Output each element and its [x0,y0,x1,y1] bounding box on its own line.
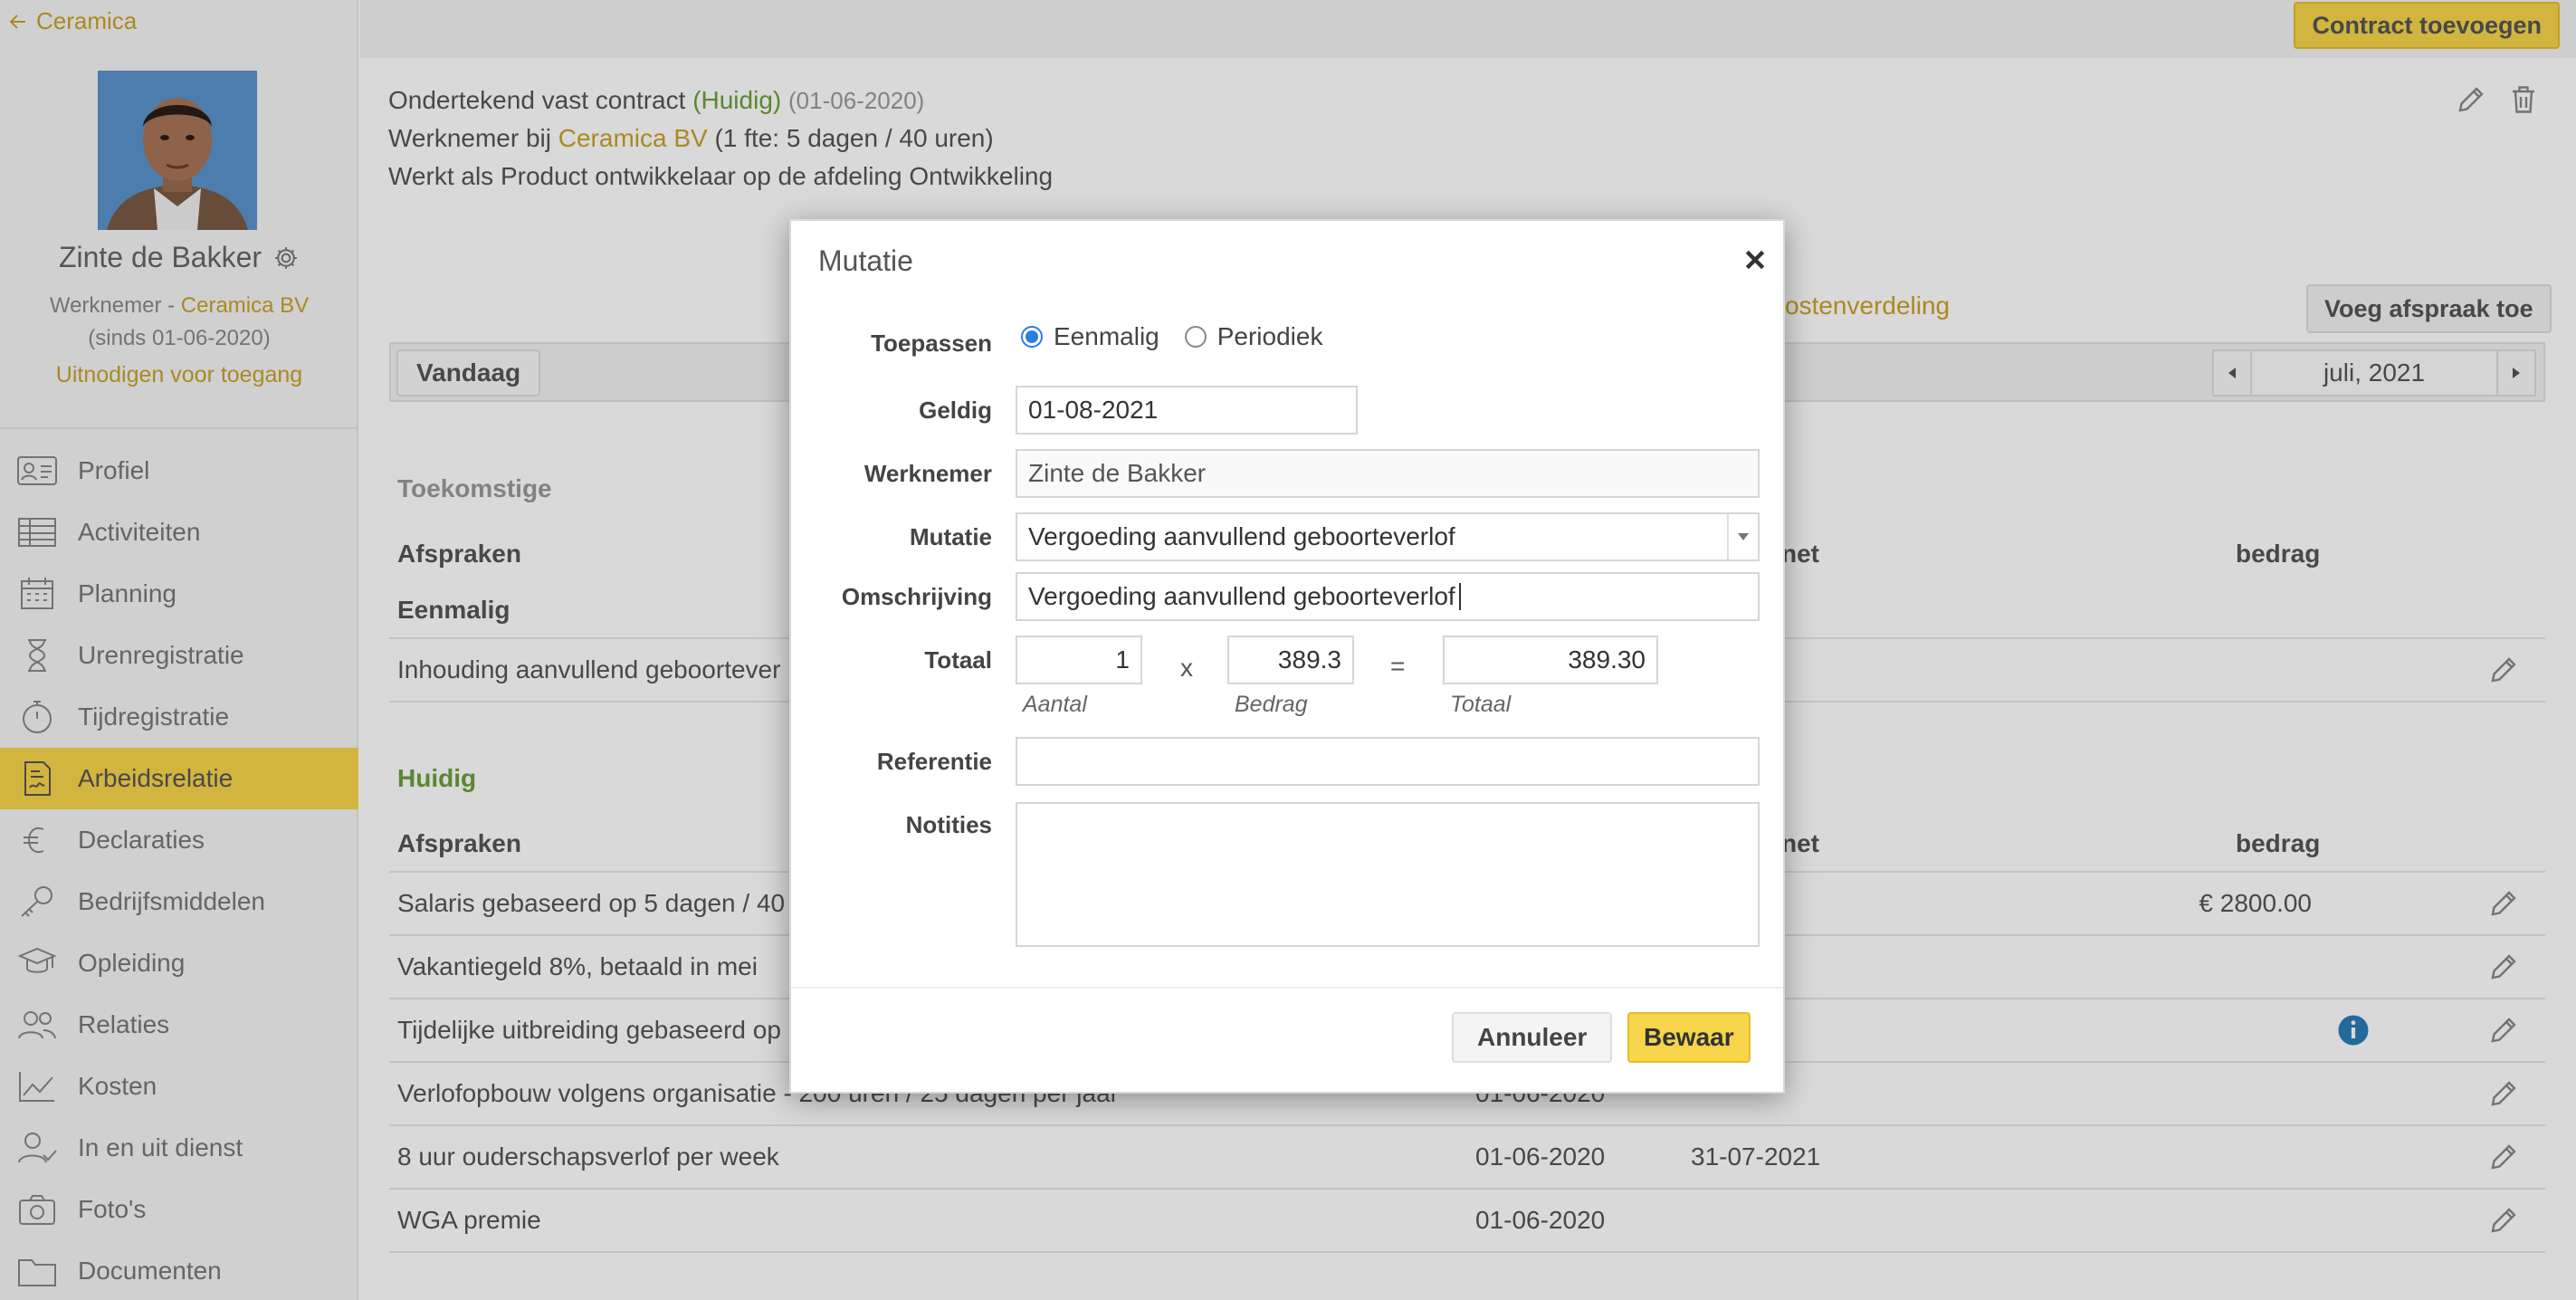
radio-eenmalig[interactable] [1021,326,1043,348]
reference-label: Referentie [876,748,992,775]
quantity-field[interactable]: 1 [1016,636,1142,684]
total-label: Totaal [924,646,992,674]
employee-field[interactable]: Zinte de Bakker [1016,449,1760,498]
text-cursor [1458,583,1461,610]
description-field[interactable]: Vergoeding aanvullend geboorteverlof [1016,572,1760,621]
save-button[interactable]: Bewaar [1627,1012,1751,1063]
cancel-button[interactable]: Annuleer [1452,1012,1613,1063]
dialog-footer: Annuleer Bewaar [791,987,1783,1092]
apply-radio-group: Eenmalig Periodiek [1021,322,1322,351]
total-field[interactable]: 389.30 [1443,636,1658,684]
apply-label: Toepassen [871,330,992,357]
dialog-title: Mutatie [818,244,913,277]
description-value: Vergoeding aanvullend geboorteverlof [1028,582,1455,610]
mutation-dialog: Mutatie Toepassen Eenmalig Periodiek Gel… [789,219,1785,1094]
total-sublabel: Totaal [1450,692,1512,717]
mutation-value: Vergoeding aanvullend geboorteverlof [1028,522,1455,550]
mutation-label: Mutatie [910,523,992,550]
notes-textarea[interactable] [1016,802,1760,947]
valid-label: Geldig [919,397,992,424]
quantity-value: 1 [1115,645,1130,674]
employee-value: Zinte de Bakker [1028,459,1207,487]
mutation-select[interactable]: Vergoeding aanvullend geboorteverlof [1016,512,1760,561]
close-icon[interactable] [1743,248,1767,272]
equals-symbol: = [1390,652,1406,680]
amount-value: 389.3 [1277,645,1341,674]
employee-label: Werknemer [863,460,992,487]
valid-date-field[interactable]: 01-08-2021 [1016,386,1358,435]
radio-periodiek[interactable] [1184,326,1207,348]
reference-field[interactable] [1016,737,1760,786]
radio-eenmalig-label[interactable]: Eenmalig [1054,322,1159,351]
description-label: Omschrijving [841,583,992,610]
amount-sublabel: Bedrag [1235,692,1308,717]
radio-periodiek-label[interactable]: Periodiek [1217,322,1323,351]
notes-label: Notities [905,811,992,838]
chevron-down-icon [1727,514,1758,559]
amount-field[interactable]: 389.3 [1227,636,1354,684]
total-value: 389.30 [1568,645,1646,674]
valid-date-value: 01-08-2021 [1028,396,1159,424]
times-symbol: x [1180,654,1193,682]
quantity-sublabel: Aantal [1023,692,1087,717]
